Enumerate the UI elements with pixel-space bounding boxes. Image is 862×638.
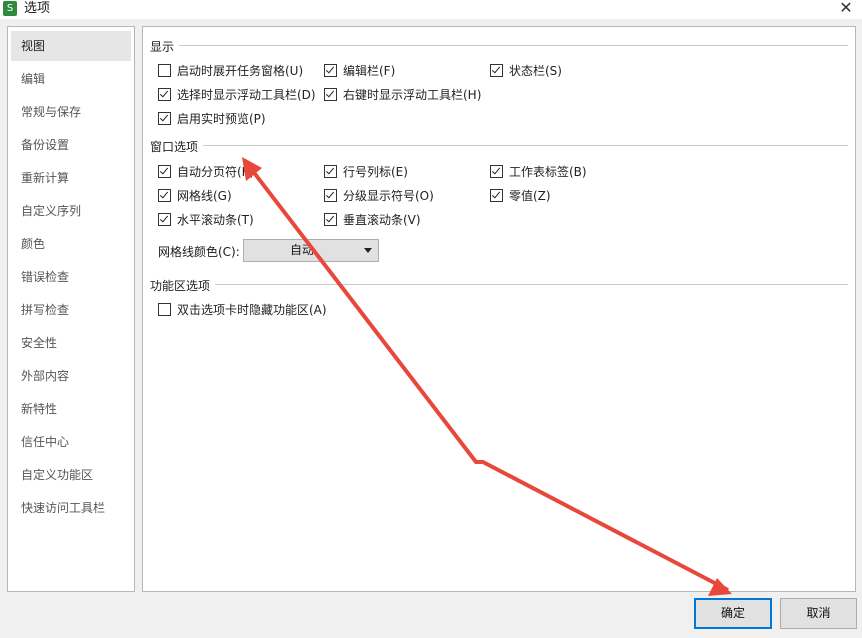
checkbox-checked[interactable]	[324, 64, 337, 77]
option-floating-toolbar-select[interactable]: 选择时显示浮动工具栏(D)	[158, 86, 316, 104]
checkbox-checked[interactable]	[158, 189, 171, 202]
option-hide-ribbon-double-click[interactable]: 双击选项卡时隐藏功能区(A)	[158, 301, 327, 319]
option-floating-toolbar-rightclick[interactable]: 右键时显示浮动工具栏(H)	[324, 86, 481, 104]
option-outline-symbols[interactable]: 分级显示符号(O)	[324, 187, 434, 205]
option-status-bar[interactable]: 状态栏(S)	[490, 62, 562, 80]
section-title-ribbon-options: 功能区选项	[150, 279, 211, 293]
checkbox-checked[interactable]	[324, 189, 337, 202]
checkbox[interactable]	[158, 303, 171, 316]
sidebar-item-recalculate[interactable]: 重新计算	[8, 163, 134, 193]
checkbox-checked[interactable]	[490, 165, 503, 178]
gridline-color-label: 网格线颜色(C):	[158, 245, 240, 259]
title-bar: S 选项 ✕	[0, 0, 862, 19]
checkbox-checked[interactable]	[158, 213, 171, 226]
sidebar-item-trust-center[interactable]: 信任中心	[8, 427, 134, 457]
checkbox-checked[interactable]	[158, 112, 171, 125]
checkbox[interactable]	[158, 64, 171, 77]
checkbox-checked[interactable]	[158, 88, 171, 101]
section-title-window-options: 窗口选项	[150, 140, 199, 154]
section-divider	[215, 284, 848, 285]
option-formula-bar[interactable]: 编辑栏(F)	[324, 62, 395, 80]
checkbox-checked[interactable]	[490, 64, 503, 77]
sidebar-item-new-features[interactable]: 新特性	[8, 394, 134, 424]
option-row-col-headers[interactable]: 行号列标(E)	[324, 163, 408, 181]
option-zero-values[interactable]: 零值(Z)	[490, 187, 551, 205]
option-vertical-scrollbar[interactable]: 垂直滚动条(V)	[324, 211, 421, 229]
cancel-button[interactable]: 取消	[780, 598, 857, 629]
checkbox-checked[interactable]	[490, 189, 503, 202]
sidebar-item-external-content[interactable]: 外部内容	[8, 361, 134, 391]
checkbox-checked[interactable]	[324, 88, 337, 101]
checkbox-checked[interactable]	[158, 165, 171, 178]
sidebar-item-security[interactable]: 安全性	[8, 328, 134, 358]
sidebar-item-general-save[interactable]: 常规与保存	[8, 97, 134, 127]
option-live-preview[interactable]: 启用实时预览(P)	[158, 110, 266, 128]
ok-button[interactable]: 确定	[694, 598, 772, 629]
checkbox-checked[interactable]	[324, 165, 337, 178]
sidebar-item-edit[interactable]: 编辑	[8, 64, 134, 94]
sidebar-item-quick-access[interactable]: 快速访问工具栏	[8, 493, 134, 523]
spreadsheet-app-icon: S	[3, 1, 17, 16]
sidebar-item-error-check[interactable]: 错误检查	[8, 262, 134, 292]
sidebar-item-color[interactable]: 颜色	[8, 229, 134, 259]
chevron-down-icon	[364, 248, 372, 253]
checkbox-checked[interactable]	[324, 213, 337, 226]
sidebar-item-spell-check[interactable]: 拼写检查	[8, 295, 134, 325]
section-divider	[179, 45, 848, 46]
window-title: 选项	[24, 1, 51, 16]
sidebar-item-view[interactable]: 视图	[11, 31, 131, 61]
close-icon[interactable]: ✕	[836, 0, 856, 18]
sidebar-item-customize-ribbon[interactable]: 自定义功能区	[8, 460, 134, 490]
option-expand-task-pane[interactable]: 启动时展开任务窗格(U)	[158, 62, 303, 80]
option-horizontal-scrollbar[interactable]: 水平滚动条(T)	[158, 211, 254, 229]
option-sheet-tabs[interactable]: 工作表标签(B)	[490, 163, 587, 181]
section-title-display: 显示	[150, 40, 175, 54]
option-gridlines[interactable]: 网格线(G)	[158, 187, 232, 205]
option-auto-page-break[interactable]: 自动分页符(K)	[158, 163, 254, 181]
gridline-color-value: 自动	[289, 243, 314, 257]
view-settings-panel: 显示 启动时展开任务窗格(U) 编辑栏(F) 状态栏(S) 选择时显示浮动工具栏…	[142, 26, 856, 592]
category-sidebar: 视图 编辑 常规与保存 备份设置 重新计算 自定义序列 颜色 错误检查 拼写检查…	[7, 26, 135, 592]
sidebar-item-custom-list[interactable]: 自定义序列	[8, 196, 134, 226]
section-divider	[203, 145, 848, 146]
gridline-color-select[interactable]: 自动	[243, 239, 379, 262]
sidebar-item-backup[interactable]: 备份设置	[8, 130, 134, 160]
